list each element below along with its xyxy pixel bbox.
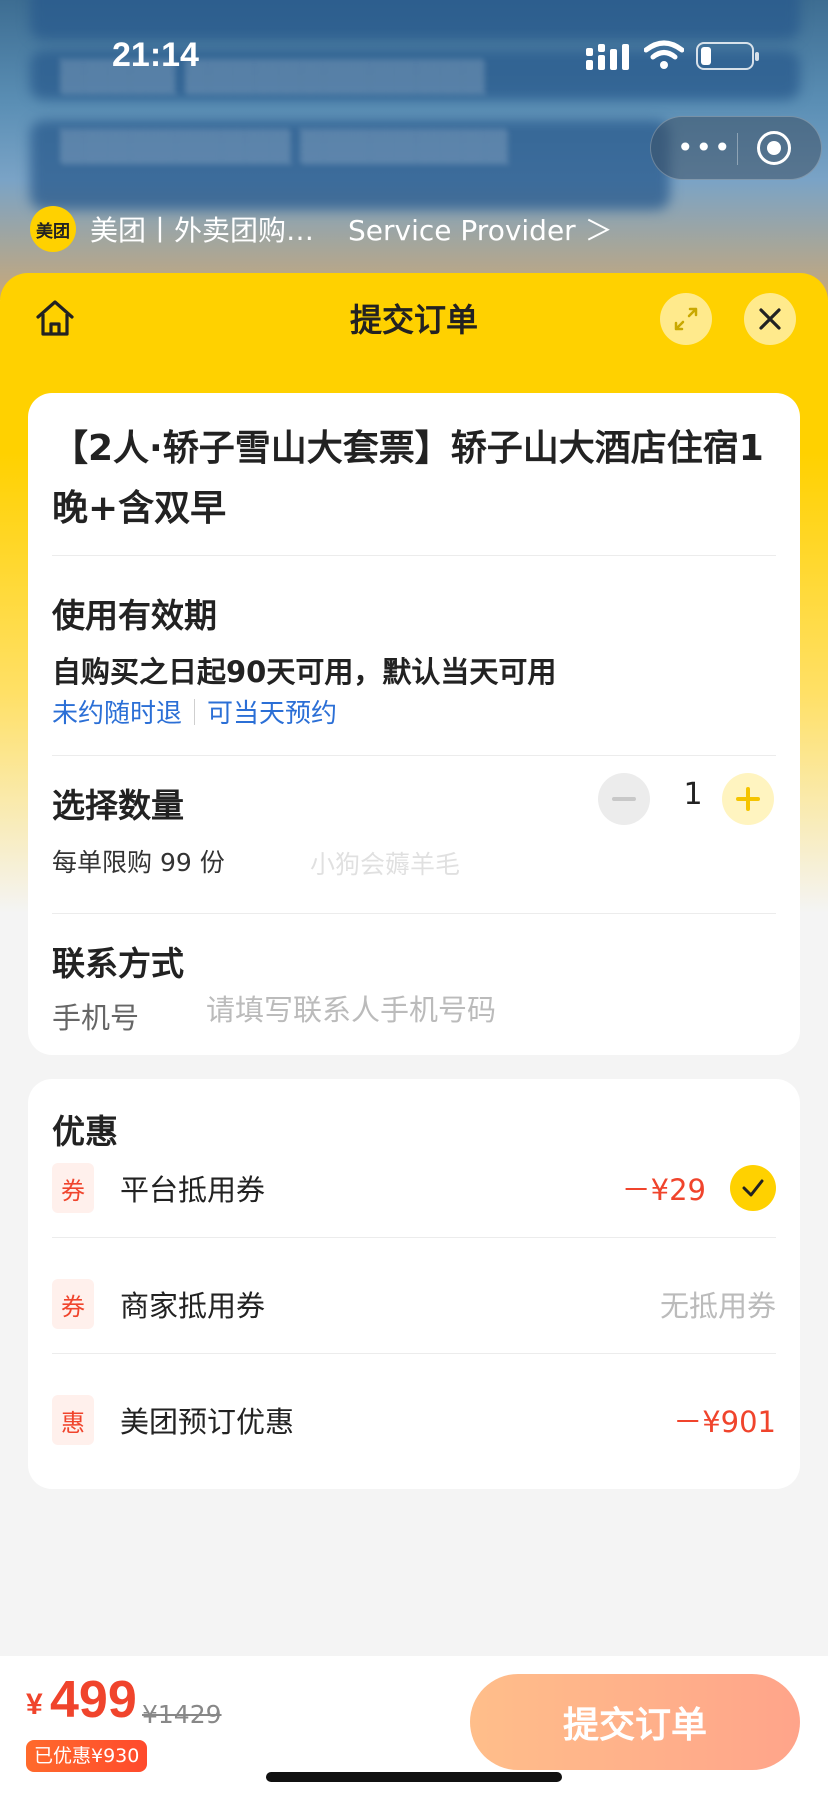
discount-value: －¥901: [673, 1405, 776, 1439]
sheet-header: 提交订单: [0, 273, 828, 363]
discount-label: 美团预订优惠: [120, 1405, 295, 1439]
discount-label: 平台抵用券: [120, 1173, 266, 1207]
cellular-signal-icon: [586, 44, 629, 70]
phone-input[interactable]: [206, 989, 766, 1031]
validity-tags: 未约随时退 可当天预约: [52, 693, 337, 730]
tag-refund: 未约随时退: [52, 699, 183, 729]
status-bar: 21:14: [0, 0, 828, 110]
submit-order-button[interactable]: 提交订单: [470, 1674, 800, 1770]
discount-value: 无抵用券: [659, 1289, 776, 1323]
provider-name: 美团丨外卖团购…: [90, 214, 315, 247]
coupon-icon: 券: [52, 1163, 94, 1213]
close-icon: [759, 308, 781, 330]
validity-label: 使用有效期: [52, 596, 217, 635]
order-sheet: 提交订单 【2人·轿子雪山大套票】轿子山大酒店住宿1晚+含双早 使用有效期 自购…: [0, 273, 828, 1795]
divider: [52, 1237, 776, 1238]
battery-icon: [696, 42, 759, 70]
validity-text: 自购买之日起90天可用，默认当天可用: [52, 655, 557, 689]
quantity-increase-button[interactable]: [722, 773, 774, 825]
discount-value: －¥29: [621, 1173, 706, 1207]
miniprogram-capsule: •••: [650, 116, 822, 180]
divider: [52, 755, 776, 756]
expand-button[interactable]: [660, 293, 712, 345]
meituan-logo: 美团: [30, 206, 76, 252]
more-options-icon[interactable]: •••: [677, 131, 733, 164]
service-provider-link[interactable]: Service Provider ＞: [348, 209, 613, 249]
quantity-value: 1: [683, 777, 703, 812]
provider-row: 美团 美团丨外卖团购… Service Provider ＞: [30, 206, 613, 252]
coupon-selected-checkbox[interactable]: [730, 1165, 776, 1211]
original-price: ¥1429: [142, 1700, 222, 1729]
watermark: 小狗会薅羊毛: [310, 850, 461, 879]
tag-same-day: 可当天预约: [207, 699, 338, 729]
wifi-icon: [644, 40, 684, 69]
total-price: 499: [50, 1671, 137, 1729]
product-title: 【2人·轿子雪山大套票】轿子山大酒店住宿1晚+含双早: [52, 428, 764, 529]
quantity-decrease-button[interactable]: [598, 773, 650, 825]
quantity-label: 选择数量: [52, 786, 184, 825]
phone-label: 手机号: [52, 1001, 140, 1035]
divider: [52, 555, 776, 556]
savings-badge: 已优惠¥930: [26, 1740, 148, 1772]
discount-row-merchant[interactable]: 券 商家抵用券 无抵用券: [52, 1259, 776, 1349]
divider: [52, 1353, 776, 1354]
home-indicator: [266, 1772, 562, 1782]
check-icon: [742, 1179, 764, 1197]
status-time: 21:14: [112, 36, 199, 74]
discount-row-platform[interactable]: 券 平台抵用券 －¥29: [52, 1143, 776, 1233]
close-button[interactable]: [744, 293, 796, 345]
order-details-card: 【2人·轿子雪山大套票】轿子山大酒店住宿1晚+含双早 使用有效期 自购买之日起9…: [28, 393, 800, 1055]
discount-label: 商家抵用券: [120, 1289, 266, 1323]
expand-icon: [674, 307, 698, 331]
contact-label: 联系方式: [52, 944, 184, 983]
discount-row-booking: 惠 美团预订优惠 －¥901: [52, 1375, 776, 1465]
promo-icon: 惠: [52, 1395, 94, 1445]
discounts-card: 优惠 券 平台抵用券 －¥29 券 商家抵用券 无抵用券 惠 美团预订优惠 －¥…: [28, 1079, 800, 1489]
coupon-icon: 券: [52, 1279, 94, 1329]
currency-symbol: ¥: [26, 1688, 43, 1721]
divider: [52, 913, 776, 914]
purchase-limit: 每单限购 99 份: [52, 848, 225, 877]
close-miniprogram-icon[interactable]: [757, 131, 791, 165]
